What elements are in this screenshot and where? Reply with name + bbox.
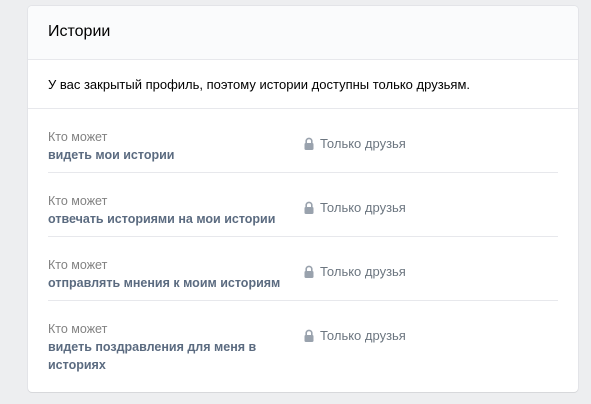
lock-icon [304,137,314,150]
setting-label-title: видеть поздравления для меня в историях [48,340,257,372]
setting-row-view-stories: Кто может видеть мои истории Только друз… [48,109,558,173]
lock-icon [304,329,314,342]
setting-label-prefix: Кто может [48,130,108,144]
panel-title: Истории [48,22,111,40]
setting-row-send-opinions: Кто может отправлять мнения к моим истор… [48,237,558,301]
privacy-value: Только друзья [320,264,406,279]
privacy-selector-reply-stories[interactable]: Только друзья [303,200,406,215]
closed-profile-notice: У вас закрытый профиль, поэтому истории … [28,60,578,109]
setting-label-title: отвечать историями на мои истории [48,212,276,226]
setting-label: Кто может отправлять мнения к моим истор… [48,256,298,292]
stories-settings-panel: Истории У вас закрытый профиль, поэтому … [28,6,578,392]
setting-label: Кто может видеть мои истории [48,128,298,164]
setting-row-view-greetings: Кто может видеть поздравления для меня в… [48,301,558,383]
lock-icon [304,265,314,278]
privacy-selector-send-opinions[interactable]: Только друзья [303,264,406,279]
privacy-value: Только друзья [320,328,406,343]
setting-label-title: отправлять мнения к моим историям [48,276,281,290]
privacy-selector-view-greetings[interactable]: Только друзья [303,328,406,343]
privacy-selector-view-stories[interactable]: Только друзья [303,136,406,151]
setting-label-prefix: Кто может [48,322,108,336]
setting-label-title: видеть мои истории [48,148,175,162]
settings-list: Кто может видеть мои истории Только друз… [28,109,578,383]
setting-label-prefix: Кто может [48,258,108,272]
privacy-value: Только друзья [320,136,406,151]
setting-label: Кто может видеть поздравления для меня в… [48,320,258,374]
lock-icon [304,201,314,214]
panel-header: Истории [28,6,578,60]
setting-label: Кто может отвечать историями на мои исто… [48,192,298,228]
setting-label-prefix: Кто может [48,194,108,208]
setting-row-reply-stories: Кто может отвечать историями на мои исто… [48,173,558,237]
privacy-value: Только друзья [320,200,406,215]
